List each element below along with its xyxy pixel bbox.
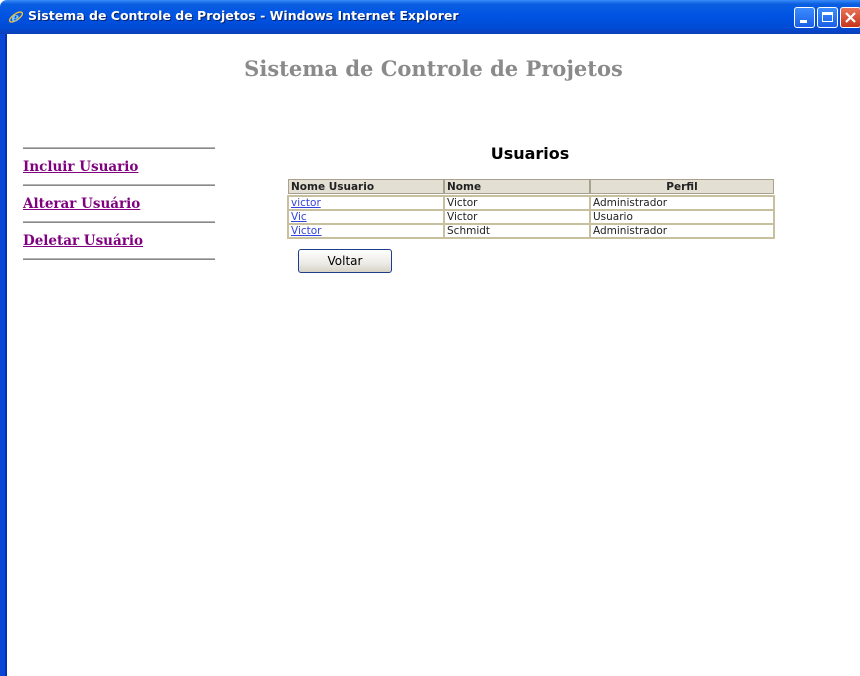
table-row: Vic Victor Usuario (288, 210, 774, 224)
deletar-usuario-link[interactable]: Deletar Usuário (23, 233, 143, 249)
username-link[interactable]: Vic (291, 211, 307, 223)
table-row: Victor Schmidt Administrador (288, 224, 774, 238)
column-header-nome-usuario: Nome Usuario (288, 179, 444, 194)
sidebar-item-incluir-usuario: Incluir Usuario (23, 149, 215, 184)
svg-text:e: e (12, 11, 20, 25)
alterar-usuario-link[interactable]: Alterar Usuário (23, 196, 140, 212)
username-cell: victor (288, 196, 444, 210)
username-link[interactable]: victor (291, 197, 321, 209)
users-table: Nome Usuario Nome Perfil victor Victor A… (287, 179, 775, 239)
profile-cell: Administrador (590, 196, 774, 210)
sidebar-item-alterar-usuario: Alterar Usuário (23, 186, 215, 221)
profile-cell: Usuario (590, 210, 774, 224)
username-cell: Victor (288, 224, 444, 238)
sidebar-nav: Incluir Usuario Alterar Usuário Deletar … (23, 147, 215, 260)
maximize-icon[interactable] (817, 7, 838, 28)
page-title: Sistema de Controle de Projetos (244, 56, 623, 81)
username-cell: Vic (288, 210, 444, 224)
name-cell: Victor (444, 210, 590, 224)
column-header-nome: Nome (444, 179, 590, 194)
users-heading: Usuarios (490, 144, 570, 163)
window-frame-left (0, 34, 7, 676)
voltar-button[interactable]: Voltar (298, 249, 392, 273)
username-link[interactable]: Victor (291, 225, 322, 237)
table-row: victor Victor Administrador (288, 196, 774, 210)
browser-content: Sistema de Controle de Projetos Incluir … (7, 34, 860, 676)
name-cell: Victor (444, 196, 590, 210)
name-cell: Schmidt (444, 224, 590, 238)
incluir-usuario-link[interactable]: Incluir Usuario (23, 159, 138, 175)
window-title-bar[interactable]: e Sistema de Controle de Projetos - Wind… (0, 0, 860, 34)
profile-cell: Administrador (590, 224, 774, 238)
column-header-perfil: Perfil (590, 179, 774, 194)
minimize-icon[interactable] (794, 7, 815, 28)
nav-divider (23, 258, 215, 260)
internet-explorer-icon: e (8, 11, 24, 25)
window-title: Sistema de Controle de Projetos - Window… (28, 8, 459, 23)
table-header-row: Nome Usuario Nome Perfil (288, 179, 774, 194)
close-icon[interactable] (840, 7, 860, 28)
sidebar-item-deletar-usuario: Deletar Usuário (23, 223, 215, 258)
